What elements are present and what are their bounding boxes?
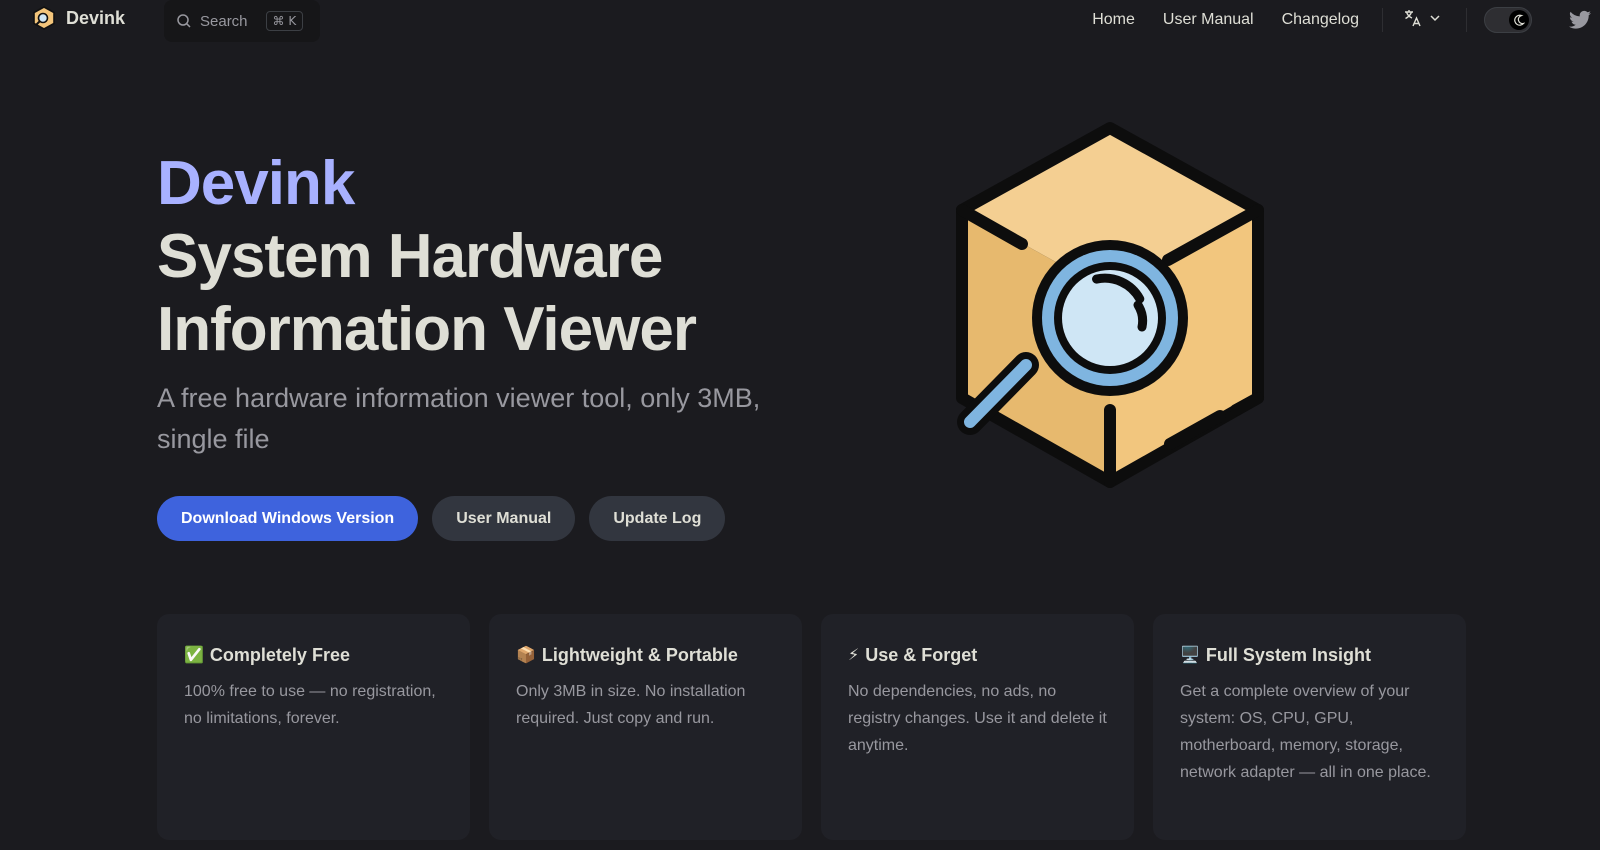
nav-link-home[interactable]: Home xyxy=(1092,11,1135,29)
nav-links: Home User Manual Changelog xyxy=(1092,0,1359,40)
feature-card: 🖥️ Full System Insight Get a complete ov… xyxy=(1153,614,1466,840)
box-magnifier-icon xyxy=(956,122,1264,488)
language-switcher[interactable] xyxy=(1403,8,1441,28)
twitter-icon[interactable] xyxy=(1568,8,1592,32)
nav-divider xyxy=(1382,8,1383,32)
nav-link-changelog[interactable]: Changelog xyxy=(1282,11,1359,29)
search-shortcut: ⌘ K xyxy=(265,11,304,31)
hero-tagline: A free hardware information viewer tool,… xyxy=(157,383,761,454)
theme-knob xyxy=(1509,10,1529,30)
logo-icon xyxy=(33,6,55,30)
monitor-icon: 🖥️ xyxy=(1180,645,1200,664)
download-windows-button[interactable]: Download Windows Version xyxy=(157,496,419,541)
feature-title: ⚡ Use & Forget xyxy=(848,642,1107,668)
feature-title-text: Lightweight & Portable xyxy=(541,645,738,665)
hero-name: Devink xyxy=(157,149,355,218)
features-section: ✅ Completely Free 100% free to use — no … xyxy=(157,614,1466,840)
feature-desc: Get a complete overview of your system: … xyxy=(1180,683,1431,781)
search-label: Search xyxy=(200,12,248,30)
brand-name: Devink xyxy=(66,7,126,28)
package-icon: 📦 xyxy=(516,645,536,664)
feature-card: ⚡ Use & Forget No dependencies, no ads, … xyxy=(821,614,1134,840)
brand-link[interactable]: Devink xyxy=(32,6,125,30)
top-nav: Devink Search ⌘ K Home User Manual Chang… xyxy=(0,0,1600,42)
hero-title: System Hardware Information Viewer xyxy=(157,222,697,364)
feature-title-text: Use & Forget xyxy=(865,645,978,665)
feature-title: ✅ Completely Free xyxy=(184,642,443,668)
moon-icon xyxy=(1514,14,1525,26)
nav-divider xyxy=(1466,8,1467,32)
feature-card: ✅ Completely Free 100% free to use — no … xyxy=(157,614,470,840)
check-icon: ✅ xyxy=(184,645,204,664)
feature-desc: 100% free to use — no registration, no l… xyxy=(184,683,436,727)
feature-title-text: Full System Insight xyxy=(1205,645,1371,665)
feature-desc: Only 3MB in size. No installation requir… xyxy=(516,683,746,727)
hero-actions: Download Windows Version User Manual Upd… xyxy=(157,496,726,541)
lightning-icon: ⚡ xyxy=(848,645,860,664)
update-log-button[interactable]: Update Log xyxy=(589,496,726,541)
feature-title-text: Completely Free xyxy=(209,645,350,665)
feature-title: 📦 Lightweight & Portable xyxy=(516,642,775,668)
feature-card: 📦 Lightweight & Portable Only 3MB in siz… xyxy=(489,614,802,840)
search-icon xyxy=(177,14,191,28)
search-button[interactable]: Search ⌘ K xyxy=(164,0,320,42)
translate-icon xyxy=(1405,10,1421,27)
nav-link-user-manual[interactable]: User Manual xyxy=(1163,11,1254,29)
user-manual-button[interactable]: User Manual xyxy=(432,496,576,541)
feature-title: 🖥️ Full System Insight xyxy=(1180,642,1439,668)
theme-toggle[interactable] xyxy=(1484,7,1532,33)
feature-desc: No dependencies, no ads, no registry cha… xyxy=(848,683,1107,754)
chevron-down-icon xyxy=(1430,15,1440,22)
